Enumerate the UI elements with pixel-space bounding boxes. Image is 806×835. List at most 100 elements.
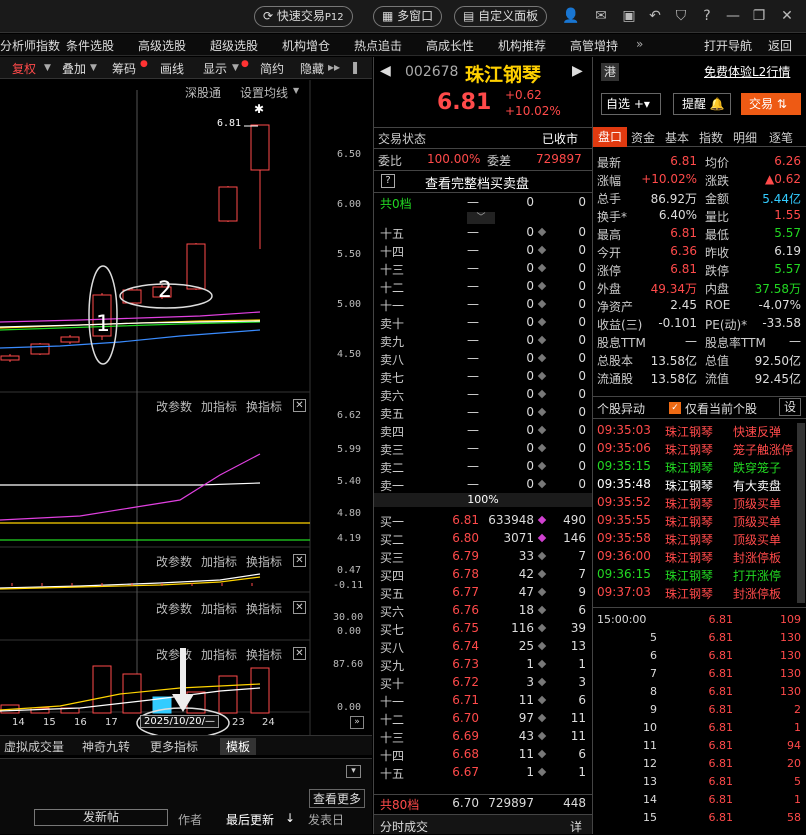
- menu-item[interactable]: 机构推荐: [498, 37, 546, 54]
- sell-row[interactable]: 卖七 — 0 0: [374, 368, 592, 386]
- sell-row[interactable]: 卖三 — 0 0: [374, 440, 592, 458]
- expand-icon[interactable]: ▸▸: [328, 60, 340, 74]
- view-more-button[interactable]: 查看更多: [309, 789, 366, 808]
- skin-icon[interactable]: ▣: [620, 7, 638, 25]
- next-stock-icon[interactable]: ▶: [572, 63, 583, 79]
- menu-item[interactable]: 超级选股: [210, 37, 258, 54]
- swap-indicator-button[interactable]: 换指标: [246, 398, 282, 415]
- buy-row[interactable]: 十四 6.68 11 6: [374, 746, 592, 764]
- sell-row[interactable]: 十四 — 0 0: [374, 242, 592, 260]
- swap-indicator-button[interactable]: 换指标: [246, 646, 282, 663]
- overlay-button[interactable]: 叠加: [62, 60, 86, 77]
- detail-button[interactable]: 详: [570, 818, 582, 835]
- expand-book-icon[interactable]: ﹀: [467, 212, 495, 224]
- tab-magic-nine[interactable]: 神奇九转: [82, 738, 130, 755]
- watch-button[interactable]: 自选 +▾: [601, 93, 661, 115]
- restore-icon[interactable]: ❐: [750, 7, 768, 25]
- swap-indicator-button[interactable]: 换指标: [246, 553, 282, 570]
- buy-row[interactable]: 买七 6.75 116 39: [374, 620, 592, 638]
- free-l2-link[interactable]: 免费体验L2行情: [704, 63, 790, 80]
- tab-more-indicators[interactable]: 更多指标: [150, 738, 198, 755]
- anomaly-item[interactable]: 09:36:00 珠江钢琴 封涨停板: [593, 548, 806, 566]
- add-indicator-button[interactable]: 加指标: [201, 600, 237, 617]
- buy-row[interactable]: 买三 6.79 33 7: [374, 548, 592, 566]
- draw-button[interactable]: 画线: [160, 60, 184, 77]
- swap-indicator-button[interactable]: 换指标: [246, 600, 282, 617]
- buy-row[interactable]: 买八 6.74 25 13: [374, 638, 592, 656]
- last-update-header[interactable]: 最后更新: [226, 811, 274, 828]
- edit-params-button[interactable]: 改参数: [156, 600, 192, 617]
- only-current-label[interactable]: 仅看当前个股: [685, 400, 757, 417]
- tab-index[interactable]: 指数: [699, 129, 723, 146]
- anomaly-item[interactable]: 09:35:03 珠江钢琴 快速反弹: [593, 422, 806, 440]
- tab-template[interactable]: 模板: [220, 738, 257, 755]
- settings-button[interactable]: 设: [779, 398, 801, 416]
- back-link[interactable]: 返回: [768, 37, 792, 54]
- undo-icon[interactable]: ↶: [646, 7, 664, 25]
- chips-button[interactable]: 筹码: [112, 60, 136, 77]
- sell-row[interactable]: 卖六 — 0 0: [374, 386, 592, 404]
- buy-row[interactable]: 十一 6.71 11 6: [374, 692, 592, 710]
- anomaly-item[interactable]: 09:35:06 珠江钢琴 笼子触涨停: [593, 440, 806, 458]
- close-icon[interactable]: ✕: [293, 399, 306, 412]
- buy-row[interactable]: 十三 6.69 43 11: [374, 728, 592, 746]
- menu-item[interactable]: 高级选股: [138, 37, 186, 54]
- edit-params-button[interactable]: 改参数: [156, 553, 192, 570]
- menu-item[interactable]: 机构增仓: [282, 37, 330, 54]
- mail-icon[interactable]: ✉: [592, 7, 610, 25]
- open-nav-link[interactable]: 打开导航: [704, 37, 752, 54]
- post-date-header[interactable]: 发表日: [308, 811, 344, 828]
- alert-button[interactable]: 提醒 🔔: [673, 93, 731, 115]
- anomaly-item[interactable]: 09:37:03 珠江钢琴 封涨停板: [593, 584, 806, 602]
- collapse-icon[interactable]: ▾: [346, 765, 361, 778]
- full-book-link[interactable]: 查看完整档买卖盘: [425, 173, 529, 192]
- buy-row[interactable]: 买五 6.77 47 9: [374, 584, 592, 602]
- display-button[interactable]: 显示: [203, 60, 227, 77]
- sell-row[interactable]: 卖四 — 0 0: [374, 422, 592, 440]
- menu-item[interactable]: 高成长性: [426, 37, 474, 54]
- anomaly-item[interactable]: 09:35:52 珠江钢琴 顶级买单: [593, 494, 806, 512]
- sell-row[interactable]: 卖十 — 0 0: [374, 314, 592, 332]
- close-icon[interactable]: ✕: [293, 554, 306, 567]
- hk-badge[interactable]: 港: [601, 63, 619, 81]
- author-header[interactable]: 作者: [178, 811, 202, 828]
- anomaly-item[interactable]: 09:36:15 珠江钢琴 打开涨停: [593, 566, 806, 584]
- menu-item[interactable]: 分析师指数: [0, 37, 60, 54]
- hide-button[interactable]: 隐藏: [300, 60, 324, 77]
- tab-capital[interactable]: 资金: [631, 129, 655, 146]
- fenshi-title[interactable]: 分时成交: [380, 818, 428, 835]
- sell-row[interactable]: 十二 — 0 0: [374, 278, 592, 296]
- checkbox-checked-icon[interactable]: ✓: [669, 402, 681, 414]
- sell-row[interactable]: 卖一 — 0 0: [374, 476, 592, 494]
- menu-more-icon[interactable]: »: [636, 37, 643, 51]
- buy-row[interactable]: 买二 6.80 3071 146: [374, 530, 592, 548]
- scroll-right-icon[interactable]: »: [350, 716, 364, 729]
- sell-row[interactable]: 卖九 — 0 0: [374, 332, 592, 350]
- add-indicator-button[interactable]: 加指标: [201, 553, 237, 570]
- anomaly-item[interactable]: 09:35:58 珠江钢琴 顶级买单: [593, 530, 806, 548]
- buy-row[interactable]: 买十 6.72 3 3: [374, 674, 592, 692]
- simple-button[interactable]: 简约: [260, 60, 284, 77]
- buy-row[interactable]: 买六 6.76 18 6: [374, 602, 592, 620]
- help-icon[interactable]: ?: [381, 174, 395, 188]
- minimize-icon[interactable]: —: [724, 7, 742, 25]
- trade-button[interactable]: 交易 ⇅: [741, 93, 801, 115]
- post-button[interactable]: 发新帖: [34, 809, 168, 826]
- adjust-button[interactable]: 复权: [12, 60, 36, 77]
- anomaly-item[interactable]: 09:35:15 珠江钢琴 跌穿笼子: [593, 458, 806, 476]
- user-icon[interactable]: 👤: [562, 7, 580, 25]
- multi-window-button[interactable]: ▦ 多窗口: [373, 6, 443, 27]
- sell-row[interactable]: 十三 — 0 0: [374, 260, 592, 278]
- sell-row[interactable]: 卖八 — 0 0: [374, 350, 592, 368]
- toolbar-toggle-icon[interactable]: ❚: [350, 60, 360, 74]
- tab-handicap[interactable]: 盘口: [593, 127, 627, 147]
- help-icon[interactable]: ?: [698, 7, 716, 25]
- kline-chart[interactable]: 深股通 设置均线 ▼ 6.50 6.00 5.50 5.00 4.50 6.81…: [0, 80, 372, 745]
- menu-item[interactable]: 高管增持: [570, 37, 618, 54]
- edit-params-button[interactable]: 改参数: [156, 398, 192, 415]
- sell-row[interactable]: 卖五 — 0 0: [374, 404, 592, 422]
- edit-params-button[interactable]: 改参数: [156, 646, 192, 663]
- shirt-icon[interactable]: ⛉: [672, 7, 690, 25]
- anomaly-item[interactable]: 09:35:48 珠江钢琴 有大卖盘: [593, 476, 806, 494]
- buy-row[interactable]: 买四 6.78 42 7: [374, 566, 592, 584]
